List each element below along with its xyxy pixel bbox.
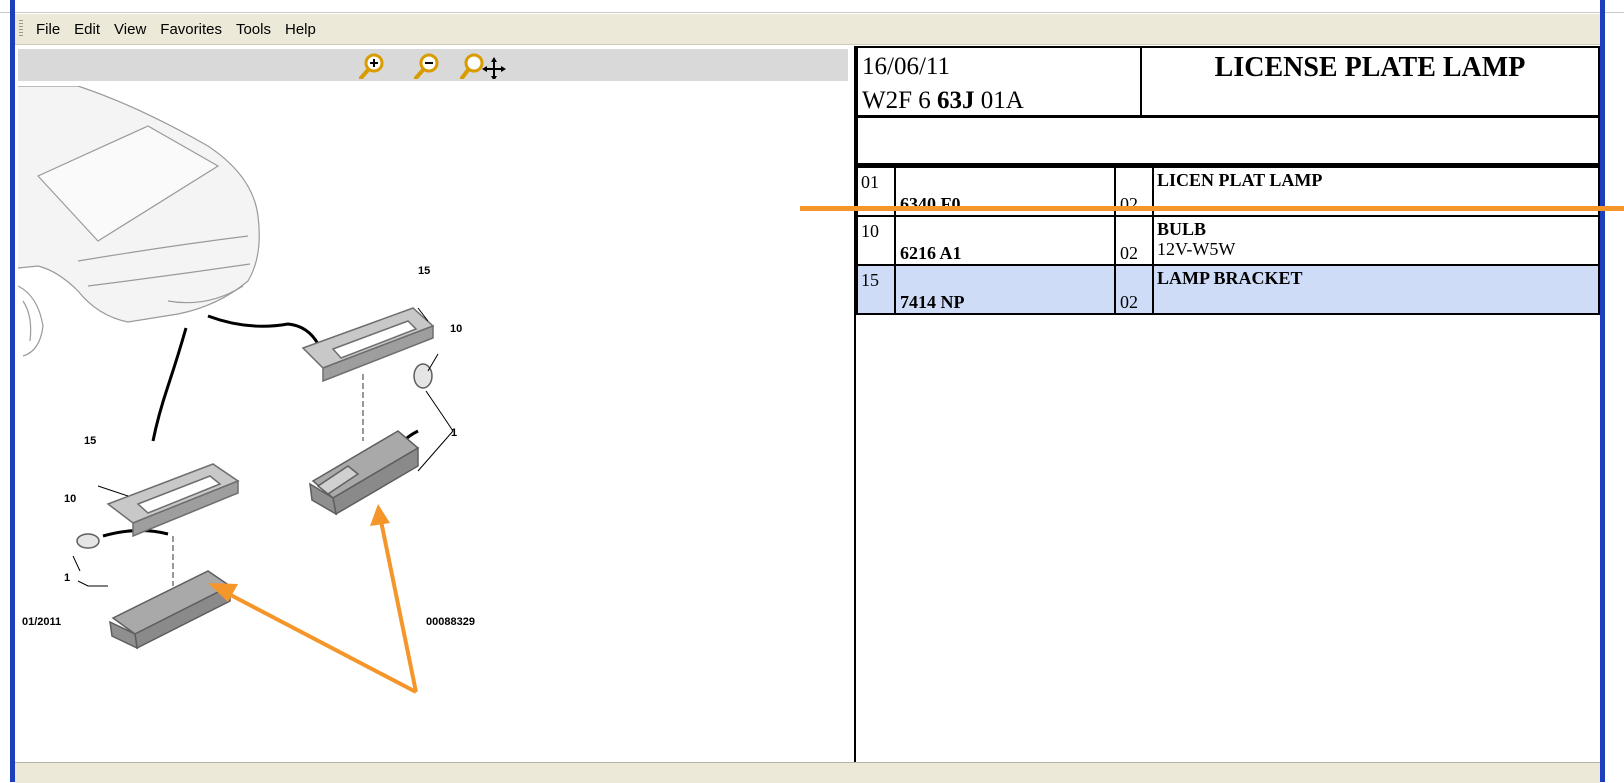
ref-number: 01 <box>861 172 879 192</box>
cell-part-number: 6216 A1 <box>894 215 1116 266</box>
diagram-pane: 15 10 1 15 10 1 01/2011 00088329 <box>18 46 854 762</box>
zoom-pan-button[interactable] <box>460 51 510 81</box>
lamp-upper <box>309 363 433 516</box>
callout-10-upper: 10 <box>450 323 462 335</box>
cell-ref: 10 <box>856 215 896 266</box>
cell-ref: 15 <box>856 264 896 315</box>
cell-qty: 02 <box>1114 215 1154 266</box>
page-title: LICENSE PLATE LAMP <box>1214 52 1526 83</box>
table-row-selected[interactable]: 15 7414 NP 02 LAMP BRACKET <box>856 264 1600 315</box>
parts-header: 16/06/11 W2F 6 63J 01A LICENSE PLATE LAM… <box>856 46 1600 118</box>
cell-description: BULB 12V-W5W <box>1152 215 1600 266</box>
callout-1-lower: 1 <box>64 572 70 584</box>
ref-number: 15 <box>861 270 879 290</box>
ref-number: 10 <box>861 221 879 241</box>
menu-edit[interactable]: Edit <box>67 21 107 38</box>
quantity: 02 <box>1120 194 1138 214</box>
header-code-bold: 63J <box>937 87 975 114</box>
zoom-toolbar <box>18 49 848 81</box>
quantity: 02 <box>1120 243 1138 263</box>
table-row[interactable]: 10 6216 A1 02 BULB 12V-W5W <box>856 215 1600 266</box>
callout-15-lower: 15 <box>84 435 96 447</box>
window-left-border <box>10 0 15 782</box>
zoom-out-icon <box>414 53 439 80</box>
part-number[interactable]: 6340 F0 <box>900 194 961 215</box>
bracket-upper <box>301 307 435 383</box>
annotation-arrows <box>208 504 418 694</box>
cell-qty: 02 <box>1114 264 1154 315</box>
header-code-prefix: W2F 6 <box>862 87 937 114</box>
menu-file[interactable]: File <box>29 21 67 38</box>
header-date: 16/06/11 <box>862 53 950 80</box>
part-number[interactable]: 6216 A1 <box>900 243 962 264</box>
zoom-pan-icon <box>460 53 506 81</box>
cell-description: LAMP BRACKET <box>1152 264 1600 315</box>
annotation-line <box>800 206 1624 211</box>
description-detail: 12V-W5W <box>1157 239 1236 259</box>
diagram-image-code: 00088329 <box>426 616 475 628</box>
menu-bar: File Edit View Favorites Tools Help <box>15 14 1600 45</box>
toolbar-grip[interactable] <box>19 20 23 38</box>
status-bar <box>15 762 1600 783</box>
callout-15-upper: 15 <box>418 265 430 277</box>
parts-pane: 16/06/11 W2F 6 63J 01A LICENSE PLATE LAM… <box>856 46 1600 762</box>
zoom-in-icon <box>359 53 384 80</box>
menu-favorites[interactable]: Favorites <box>153 21 229 38</box>
window-right-border <box>1600 0 1605 782</box>
zoom-out-button[interactable] <box>413 51 453 80</box>
part-number[interactable]: 7414 NP <box>900 292 965 313</box>
car-rear-illustration <box>18 86 260 357</box>
description: BULB <box>1157 219 1207 239</box>
zoom-in-button[interactable] <box>358 51 398 80</box>
header-blank-row <box>856 118 1600 166</box>
header-info: 16/06/11 W2F 6 63J 01A <box>862 50 1024 118</box>
menu-view[interactable]: View <box>107 21 153 38</box>
parts-table: 01 6340 F0 02 LICEN PLAT LAMP 10 6216 A1… <box>856 166 1600 315</box>
window-top-edge <box>0 0 1624 13</box>
bracket-lower <box>106 463 240 538</box>
menu-help[interactable]: Help <box>278 21 323 38</box>
callout-10-lower: 10 <box>64 493 76 505</box>
callout-1-upper: 1 <box>451 427 457 439</box>
header-code-suffix: 01A <box>974 87 1024 114</box>
lamp-lower <box>76 533 232 650</box>
description: LAMP BRACKET <box>1157 268 1303 288</box>
header-code: W2F 6 63J 01A <box>862 84 1024 118</box>
diagram-date-code: 01/2011 <box>22 616 61 628</box>
description: LICEN PLAT LAMP <box>1157 170 1323 190</box>
menu-tools[interactable]: Tools <box>229 21 278 38</box>
cell-part-number: 7414 NP <box>894 264 1116 315</box>
quantity: 02 <box>1120 292 1138 312</box>
exploded-parts-diagram: 15 10 1 15 10 1 01/2011 00088329 <box>18 86 475 694</box>
